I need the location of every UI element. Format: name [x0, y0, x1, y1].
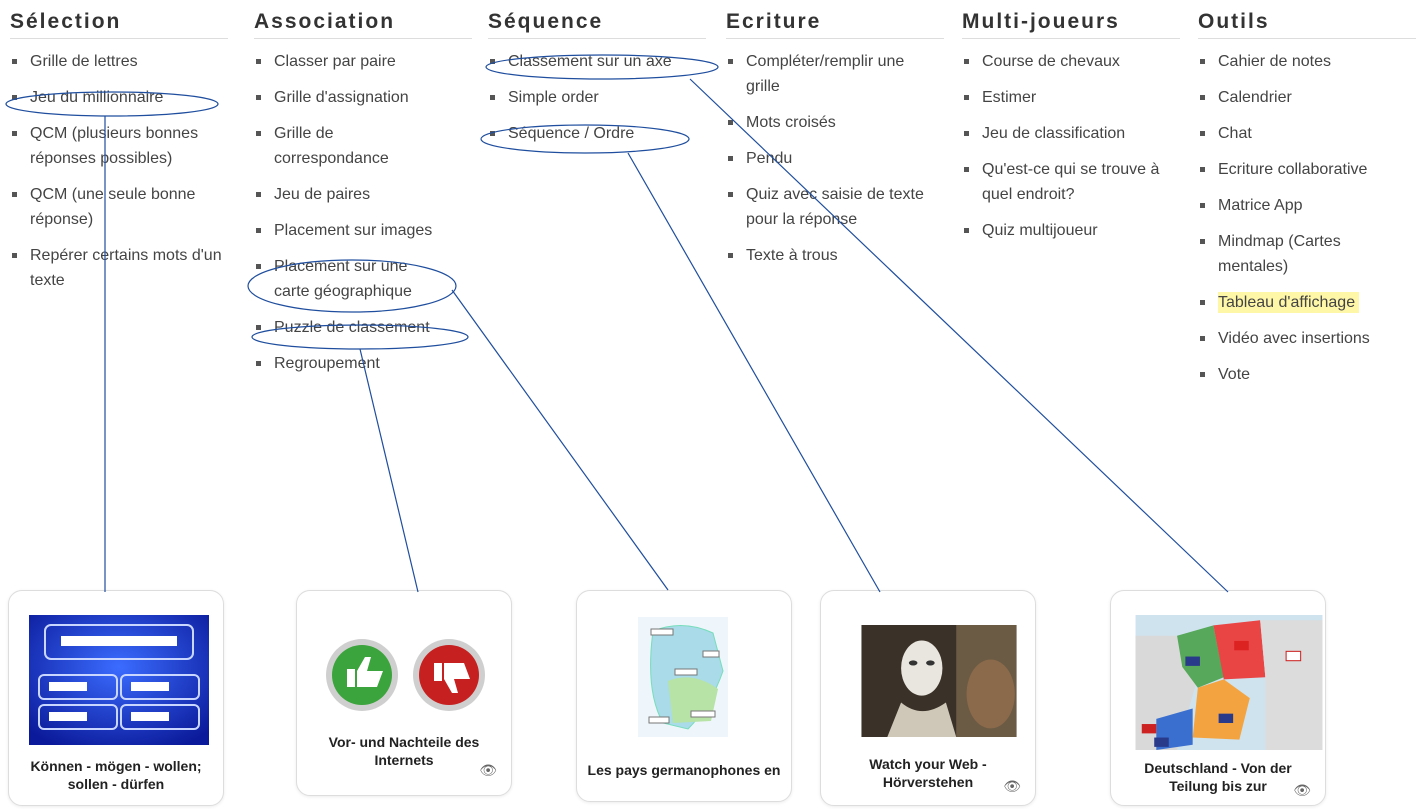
activity-link[interactable]: Compléter/remplir une grille	[726, 49, 941, 99]
visibility-icon: 👁	[479, 762, 497, 778]
activity-link[interactable]: Mots croisés	[726, 110, 941, 135]
activity-link[interactable]: Estimer	[962, 85, 1177, 110]
activity-link[interactable]: Quiz multijoueur	[962, 218, 1177, 243]
activity-link[interactable]: Matrice App	[1198, 193, 1418, 218]
activity-link[interactable]: Vidéo avec insertions	[1198, 326, 1418, 351]
category-title: Association	[254, 0, 472, 39]
activity-link[interactable]: Course de chevaux	[962, 49, 1177, 74]
category-title: Sélection	[10, 0, 228, 39]
category-title: Outils	[1198, 0, 1416, 39]
activity-link[interactable]: Repérer certains mots d'un texte	[10, 243, 235, 293]
map-labels-thumbnail	[638, 617, 728, 737]
category-title: Séquence	[488, 0, 706, 39]
category-title: Ecriture	[726, 0, 944, 39]
activity-link[interactable]: Simple order	[488, 85, 718, 110]
video-mask-thumbnail	[861, 625, 1017, 737]
example-card[interactable]: Deutschland - Von der Teilung bis zur 👁	[1110, 590, 1326, 806]
activity-link[interactable]: QCM (une seule bonne réponse)	[10, 182, 235, 232]
example-card[interactable]: Vor- und Nachteile des Internets 👁	[296, 590, 512, 796]
visibility-icon: 👁	[1003, 778, 1021, 794]
card-title: Les pays germanophones en	[587, 762, 781, 778]
thumbs-up-down-thumbnail	[326, 639, 485, 711]
category-title: Multi-joueurs	[962, 0, 1180, 39]
activity-link[interactable]: Qu'est-ce qui se trouve à quel endroit?	[962, 157, 1177, 207]
activity-link[interactable]: Vote	[1198, 362, 1418, 387]
activity-link[interactable]: Chat	[1198, 121, 1418, 146]
activity-link[interactable]: Classement sur un axe	[488, 49, 718, 74]
activity-link[interactable]: Jeu du millionnaire	[10, 85, 235, 110]
activity-link[interactable]: Ecriture collaborative	[1198, 157, 1418, 182]
visibility-icon: 👁	[1293, 782, 1311, 798]
category-association: Association Classer par paire Grille d'a…	[254, 0, 472, 376]
card-title: Watch your Web - Hörverstehen	[869, 756, 987, 790]
activity-link[interactable]: Grille de lettres	[10, 49, 235, 74]
activity-link[interactable]: Jeu de classification	[962, 121, 1177, 146]
activity-link[interactable]: Grille de correspondance	[254, 121, 424, 171]
activity-link[interactable]: Classer par paire	[254, 49, 469, 74]
example-card[interactable]: Les pays germanophones en	[576, 590, 792, 802]
activity-link[interactable]: Calendrier	[1198, 85, 1418, 110]
germany-map-thumbnail	[1135, 615, 1323, 750]
activity-link[interactable]: Regroupement	[254, 351, 469, 376]
category-tools: Outils Cahier de notes Calendrier Chat E…	[1198, 0, 1418, 387]
activity-link[interactable]: Puzzle de classement	[254, 315, 469, 340]
category-multiplayer: Multi-joueurs Course de chevaux Estimer …	[962, 0, 1180, 243]
category-selection: Sélection Grille de lettres Jeu du milli…	[10, 0, 235, 293]
category-sequence: Séquence Classement sur un axe Simple or…	[488, 0, 718, 146]
activity-link[interactable]: Placement sur images	[254, 218, 469, 243]
millionaire-game-thumbnail	[29, 615, 209, 745]
activity-link[interactable]: Séquence / Ordre	[488, 121, 718, 146]
activity-link[interactable]: Quiz avec saisie de texte pour la répons…	[726, 182, 941, 232]
activity-link[interactable]: Jeu de paires	[254, 182, 469, 207]
card-title: Können - mögen - wollen; sollen - dürfen	[30, 758, 202, 792]
connector-line	[359, 348, 419, 593]
activity-link[interactable]: Mindmap (Cartes mentales)	[1198, 229, 1378, 279]
card-title: Vor- und Nachteile des Internets	[328, 734, 480, 768]
activity-link[interactable]: QCM (plusieurs bonnes réponses possibles…	[10, 121, 235, 171]
card-title: Deutschland - Von der Teilung bis zur	[1144, 760, 1292, 794]
activity-link[interactable]: Pendu	[726, 146, 941, 171]
activity-link[interactable]: Texte à trous	[726, 243, 941, 268]
category-writing: Ecriture Compléter/remplir une grille Mo…	[726, 0, 944, 268]
activity-link[interactable]: Grille d'assignation	[254, 85, 469, 110]
activity-link[interactable]: Placement sur une carte géographique	[254, 254, 444, 304]
example-card[interactable]: Watch your Web - Hörverstehen 👁	[820, 590, 1036, 806]
example-card[interactable]: Können - mögen - wollen; sollen - dürfen	[8, 590, 224, 806]
connector-line	[451, 289, 669, 591]
activity-link[interactable]: Cahier de notes	[1198, 49, 1418, 74]
activity-link-highlighted[interactable]: Tableau d'affichage	[1198, 290, 1418, 315]
